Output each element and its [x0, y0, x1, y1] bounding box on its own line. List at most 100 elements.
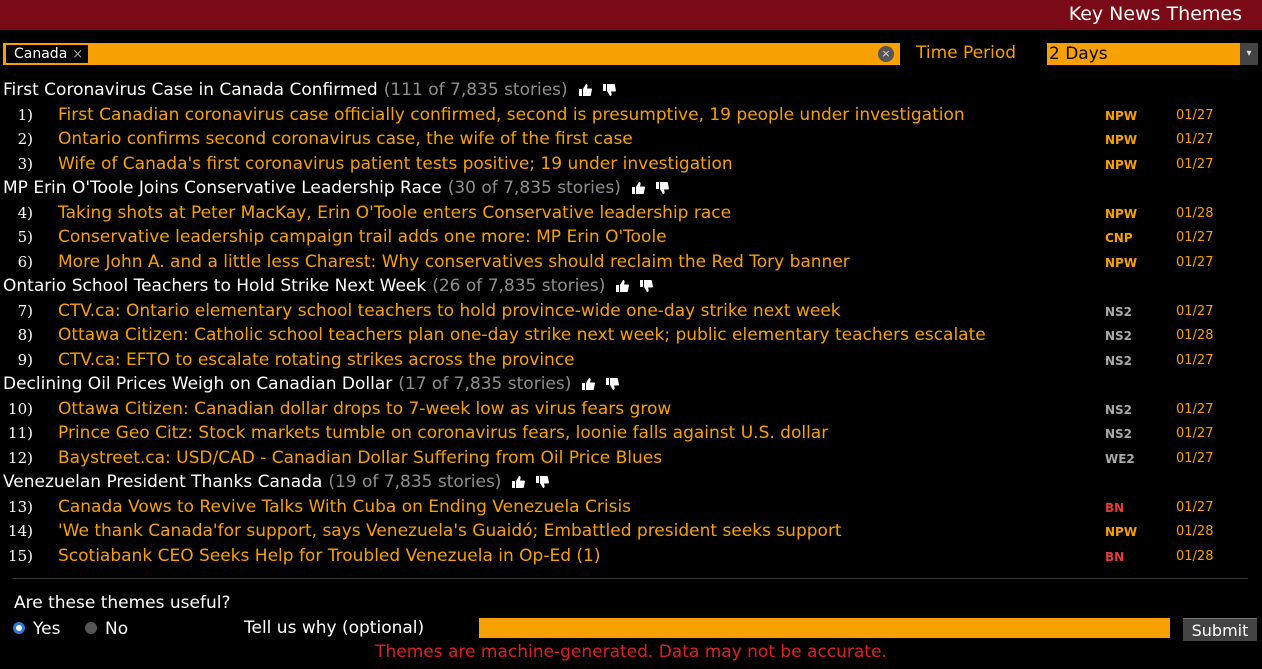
story-source: NPW: [1105, 255, 1138, 270]
story-headline[interactable]: Ottawa Citizen: Canadian dollar drops to…: [58, 397, 1078, 421]
theme-header: Venezuelan President Thanks Canada (19 of…: [0, 470, 1262, 495]
theme-title-wrap: Ontario School Teachers to Hold Strike N…: [3, 274, 654, 298]
story-source: BN: [1105, 500, 1125, 515]
story-source: NPW: [1105, 108, 1138, 123]
story-headline[interactable]: Canada Vows to Revive Talks With Cuba on…: [58, 495, 1078, 519]
submit-button[interactable]: Submit: [1183, 618, 1257, 641]
story-row[interactable]: 2) Ontario confirms second coronavirus ca…: [0, 127, 1262, 152]
story-row[interactable]: 5) Conservative leadership campaign trail…: [0, 225, 1262, 250]
story-row[interactable]: 1) First Canadian coronavirus case offici…: [0, 103, 1262, 128]
filter-chip-canada[interactable]: Canada ×: [6, 45, 89, 63]
time-period-select[interactable]: 2 Days ▾: [1047, 43, 1258, 65]
theme-story-count: (19 of 7,835 stories): [328, 472, 502, 492]
story-date: 01/27: [1176, 132, 1214, 147]
story-date: 01/27: [1176, 156, 1214, 172]
story-row[interactable]: 15) Scotiabank CEO Seeks Help for Trouble…: [0, 544, 1262, 569]
story-headline[interactable]: Scotiabank CEO Seeks Help for Troubled V…: [58, 544, 1078, 568]
theme-header: MP Erin O'Toole Joins Conservative Leade…: [0, 176, 1262, 201]
radio-no-label: No: [105, 619, 129, 639]
story-source: CNP: [1105, 231, 1133, 245]
story-row[interactable]: 3) Wife of Canada's first coronavirus pat…: [0, 152, 1262, 177]
story-headline[interactable]: First Canadian coronavirus case official…: [58, 103, 1078, 127]
radio-no[interactable]: No: [85, 619, 128, 639]
theme-title[interactable]: Declining Oil Prices Weigh on Canadian D…: [3, 374, 392, 394]
theme-list: First Coronavirus Case in Canada Confirm…: [0, 78, 1262, 568]
story-headline[interactable]: CTV.ca: Ontario elementary school teache…: [58, 299, 1078, 323]
story-date: 01/27: [1176, 352, 1214, 368]
story-headline[interactable]: Ontario confirms second coronavirus case…: [58, 127, 1078, 151]
thumbs-up-icon[interactable]: [501, 472, 526, 492]
story-number: 6): [17, 252, 33, 271]
story-source: NPW: [1105, 525, 1138, 539]
story-date: 01/28: [1176, 548, 1214, 564]
thumbs-down-icon[interactable]: [645, 178, 669, 198]
story-headline[interactable]: Wife of Canada's first coronavirus patie…: [58, 152, 1078, 176]
story-row[interactable]: 14) 'We thank Canada'for support, says Ve…: [0, 519, 1262, 544]
story-headline[interactable]: More John A. and a little less Charest: …: [58, 250, 1078, 274]
story-source: NS2: [1105, 353, 1133, 368]
theme-title[interactable]: MP Erin O'Toole Joins Conservative Leade…: [3, 178, 442, 198]
theme-story-count: (17 of 7,835 stories): [398, 374, 572, 394]
story-row[interactable]: 7) CTV.ca: Ontario elementary school teac…: [0, 299, 1262, 324]
thumbs-up-icon[interactable]: [568, 80, 592, 100]
thumbs-down-icon[interactable]: [595, 374, 620, 394]
story-date: 01/27: [1176, 254, 1214, 270]
radio-yes[interactable]: Yes: [13, 619, 60, 639]
story-number: 14): [8, 522, 33, 540]
story-headline[interactable]: CTV.ca: EFTO to escalate rotating strike…: [58, 348, 1078, 372]
story-row[interactable]: 4) Taking shots at Peter MacKay, Erin O'T…: [0, 201, 1262, 226]
theme-header: Ontario School Teachers to Hold Strike N…: [0, 274, 1262, 299]
story-number: 8): [17, 326, 33, 344]
story-headline[interactable]: Ottawa Citizen: Catholic school teachers…: [58, 323, 1078, 347]
story-headline[interactable]: Conservative leadership campaign trail a…: [58, 225, 1078, 249]
story-row[interactable]: 9) CTV.ca: EFTO to escalate rotating stri…: [0, 348, 1262, 373]
story-date: 01/28: [1176, 524, 1214, 539]
theme-header: First Coronavirus Case in Canada Confirm…: [0, 78, 1262, 103]
story-row[interactable]: 13) Canada Vows to Revive Talks With Cuba…: [0, 495, 1262, 520]
story-row[interactable]: 6) More John A. and a little less Charest…: [0, 250, 1262, 275]
theme-title-wrap: Declining Oil Prices Weigh on Canadian D…: [3, 372, 620, 396]
theme-title[interactable]: Venezuelan President Thanks Canada: [3, 472, 322, 492]
chip-remove-icon[interactable]: ×: [72, 47, 83, 62]
story-row[interactable]: 10) Ottawa Citizen: Canadian dollar drops…: [0, 397, 1262, 422]
thumbs-up-icon[interactable]: [571, 374, 596, 394]
thumbs-up-icon[interactable]: [621, 178, 645, 198]
story-number: 2): [17, 130, 33, 148]
story-source: NS2: [1105, 329, 1133, 343]
story-headline[interactable]: Taking shots at Peter MacKay, Erin O'Too…: [58, 201, 1078, 225]
story-date: 01/27: [1176, 426, 1214, 441]
story-date: 01/28: [1176, 328, 1214, 343]
thumbs-down-icon[interactable]: [525, 472, 550, 492]
thumbs-up-icon[interactable]: [605, 276, 630, 296]
story-headline[interactable]: 'We thank Canada'for support, says Venez…: [58, 519, 1078, 543]
thumbs-down-icon[interactable]: [592, 80, 616, 100]
radio-yes-label: Yes: [33, 619, 61, 639]
divider: [12, 578, 1248, 579]
story-row[interactable]: 12) Baystreet.ca: USD/CAD - Canadian Doll…: [0, 446, 1262, 471]
story-number: 12): [8, 448, 33, 467]
story-number: 15): [8, 546, 33, 565]
story-source: WE2: [1105, 451, 1135, 466]
story-headline[interactable]: Baystreet.ca: USD/CAD - Canadian Dollar …: [58, 446, 1078, 470]
filter-chip-label: Canada: [14, 46, 68, 62]
story-source: NPW: [1105, 157, 1138, 172]
clear-search-icon[interactable]: ×: [878, 46, 894, 62]
story-date: 01/27: [1176, 401, 1214, 417]
why-input[interactable]: [479, 618, 1170, 638]
story-number: 9): [17, 350, 33, 369]
story-source: BN: [1105, 549, 1125, 564]
story-number: 13): [8, 497, 33, 516]
story-number: 7): [17, 301, 33, 320]
theme-story-count: (26 of 7,835 stories): [432, 276, 606, 296]
dropdown-arrow-icon[interactable]: ▾: [1240, 43, 1258, 65]
story-row[interactable]: 8) Ottawa Citizen: Catholic school teache…: [0, 323, 1262, 348]
story-date: 01/27: [1176, 303, 1214, 319]
thumbs-down-icon[interactable]: [629, 276, 654, 296]
story-date: 01/27: [1176, 450, 1214, 466]
story-source: NPW: [1105, 206, 1138, 221]
search-input[interactable]: Canada × ×: [3, 43, 900, 65]
story-headline[interactable]: Prince Geo Citz: Stock markets tumble on…: [58, 421, 1078, 445]
theme-title[interactable]: First Coronavirus Case in Canada Confirm…: [3, 80, 378, 100]
story-row[interactable]: 11) Prince Geo Citz: Stock markets tumble…: [0, 421, 1262, 446]
theme-title[interactable]: Ontario School Teachers to Hold Strike N…: [3, 276, 426, 296]
